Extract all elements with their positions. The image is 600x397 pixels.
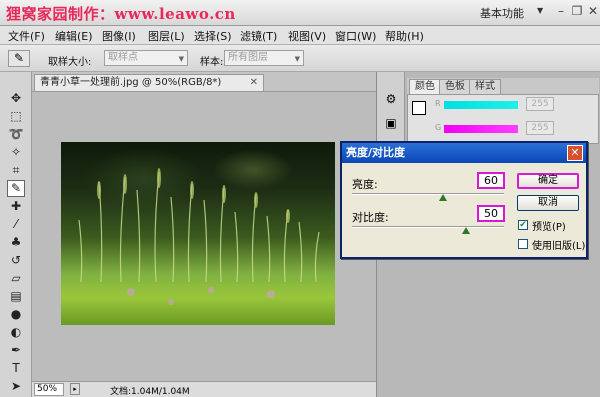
sample-select[interactable]: 所有图层 ▼ (224, 50, 304, 66)
dialog-title: 亮度/对比度 (346, 146, 406, 159)
chevron-down-icon: ▼ (294, 55, 300, 63)
menu-help[interactable]: 帮助(H) (385, 28, 424, 44)
brush-tool-icon[interactable]: ⁄ (7, 216, 25, 233)
type-tool-icon[interactable]: T (7, 360, 25, 377)
menu-window[interactable]: 窗口(W) (335, 28, 376, 44)
panel-dock: ⚙ ▣ (377, 72, 405, 152)
r-slider[interactable] (444, 101, 518, 109)
contrast-label: 对比度: (352, 211, 389, 224)
document-info: 文档:1.04M/1.04M (110, 387, 190, 397)
eraser-tool-icon[interactable]: ▱ (7, 270, 25, 287)
canvas-area[interactable] (32, 91, 376, 381)
sample-value: 所有图层 (228, 52, 268, 63)
cancel-button[interactable]: 取消 (517, 195, 579, 211)
sample-size-select[interactable]: 取样点 ▼ (104, 50, 188, 66)
actions-panel-icon[interactable]: ▣ (383, 116, 399, 132)
document-tab-title: 青青小草一处理前.jpg @ 50%(RGB/8*) (40, 77, 222, 88)
contrast-slider-thumb[interactable] (462, 227, 470, 234)
minimize-icon[interactable]: – (554, 4, 568, 18)
menu-filter[interactable]: 滤镜(T) (240, 28, 277, 44)
magic-wand-icon[interactable]: ✧ (7, 144, 25, 161)
menu-file[interactable]: 文件(F) (8, 28, 45, 44)
brightness-slider-track[interactable] (352, 193, 504, 195)
move-tool-icon[interactable]: ✥ (7, 90, 25, 107)
brightness-input[interactable]: 60 (477, 172, 505, 189)
r-value[interactable]: 255 (526, 97, 554, 111)
g-slider[interactable] (444, 125, 518, 133)
brightness-label: 亮度: (352, 178, 378, 191)
ok-button[interactable]: 确定 (517, 173, 579, 189)
menu-edit[interactable]: 编辑(E) (55, 28, 93, 44)
contrast-slider-track[interactable] (352, 226, 504, 228)
tab-swatches[interactable]: 色板 (439, 79, 471, 94)
menu-select[interactable]: 选择(S) (194, 28, 232, 44)
preview-label: 预览(P) (532, 222, 566, 233)
menu-layer[interactable]: 图层(L) (148, 28, 185, 44)
g-label: G (435, 123, 442, 132)
brightness-contrast-dialog: 亮度/对比度 ✕ 亮度: 60 对比度: 50 确定 取消 ✔ 预览(P) 使用… (340, 141, 588, 259)
document-tab[interactable]: 青青小草一处理前.jpg @ 50%(RGB/8*) ✕ (34, 74, 264, 91)
contrast-input[interactable]: 50 (477, 205, 505, 222)
workspace-switcher[interactable]: 基本功能 (480, 5, 524, 21)
history-brush-icon[interactable]: ↺ (7, 252, 25, 269)
sample-label: 样本: (200, 57, 224, 68)
toolbox: ✥ ⬚ ➰ ✧ ⌗ ✎ ✚ ⁄ ♣ ↺ ▱ ▤ ● ◐ ✒ T ➤ (0, 72, 32, 397)
menu-view[interactable]: 视图(V) (288, 28, 326, 44)
close-icon[interactable]: ✕ (250, 75, 258, 91)
brightness-slider-thumb[interactable] (439, 194, 448, 201)
marquee-tool-icon[interactable]: ⬚ (7, 108, 25, 125)
path-select-icon[interactable]: ➤ (7, 378, 25, 395)
healing-brush-icon[interactable]: ✚ (7, 198, 25, 215)
tab-color[interactable]: 颜色 (409, 79, 441, 94)
dodge-tool-icon[interactable]: ◐ (7, 324, 25, 341)
sample-size-value: 取样点 (108, 52, 138, 63)
eyedropper-icon[interactable]: ✎ (8, 50, 30, 67)
menu-image[interactable]: 图像(I) (102, 28, 136, 44)
grass-photo (61, 142, 335, 325)
watermark-text: 狸窝家园制作：www.leawo.cn (6, 5, 236, 23)
title-bar: 狸窝家园制作：www.leawo.cn 基本功能 ▼ – ❐ ✕ (0, 0, 600, 26)
restore-icon[interactable]: ❐ (570, 4, 584, 18)
g-value[interactable]: 255 (526, 121, 554, 135)
preview-checkbox[interactable]: ✔ (518, 220, 528, 230)
history-panel-icon[interactable]: ⚙ (383, 92, 399, 108)
dialog-title-bar[interactable]: 亮度/对比度 ✕ (342, 143, 586, 163)
sample-size-label: 取样大小: (48, 57, 92, 68)
panel-tabs: 颜色 色板 样式 (407, 78, 599, 94)
legacy-label: 使用旧版(L) (532, 241, 586, 252)
menu-bar: 文件(F) 编辑(E) 图像(I) 图层(L) 选择(S) 滤镜(T) 视图(V… (0, 26, 600, 45)
pen-tool-icon[interactable]: ✒ (7, 342, 25, 359)
chevron-down-icon[interactable]: ▼ (537, 6, 543, 15)
gradient-tool-icon[interactable]: ▤ (7, 288, 25, 305)
foreground-color-swatch[interactable] (412, 101, 426, 115)
lasso-tool-icon[interactable]: ➰ (7, 126, 25, 143)
color-panel: R 255 G 255 (407, 94, 599, 144)
close-icon[interactable]: ✕ (567, 145, 583, 161)
legacy-checkbox[interactable] (518, 239, 528, 249)
r-label: R (435, 99, 441, 108)
tab-styles[interactable]: 样式 (469, 79, 501, 94)
clone-stamp-icon[interactable]: ♣ (7, 234, 25, 251)
status-bar: 50% ▸ 文档:1.04M/1.04M (32, 381, 376, 397)
zoom-field[interactable]: 50% (34, 383, 64, 396)
crop-tool-icon[interactable]: ⌗ (7, 162, 25, 179)
chevron-down-icon: ▼ (178, 55, 184, 63)
status-menu-icon[interactable]: ▸ (70, 383, 80, 395)
grass-illustration (78, 168, 320, 305)
document-window: 青青小草一处理前.jpg @ 50%(RGB/8*) ✕ 50% ▸ 文档:1.… (32, 72, 376, 397)
eyedropper-tool-icon[interactable]: ✎ (7, 180, 25, 197)
options-bar: ✎ 取样大小: 取样点 ▼ 样本: 所有图层 ▼ (0, 45, 600, 72)
close-icon[interactable]: ✕ (586, 4, 600, 18)
blur-tool-icon[interactable]: ● (7, 306, 25, 323)
